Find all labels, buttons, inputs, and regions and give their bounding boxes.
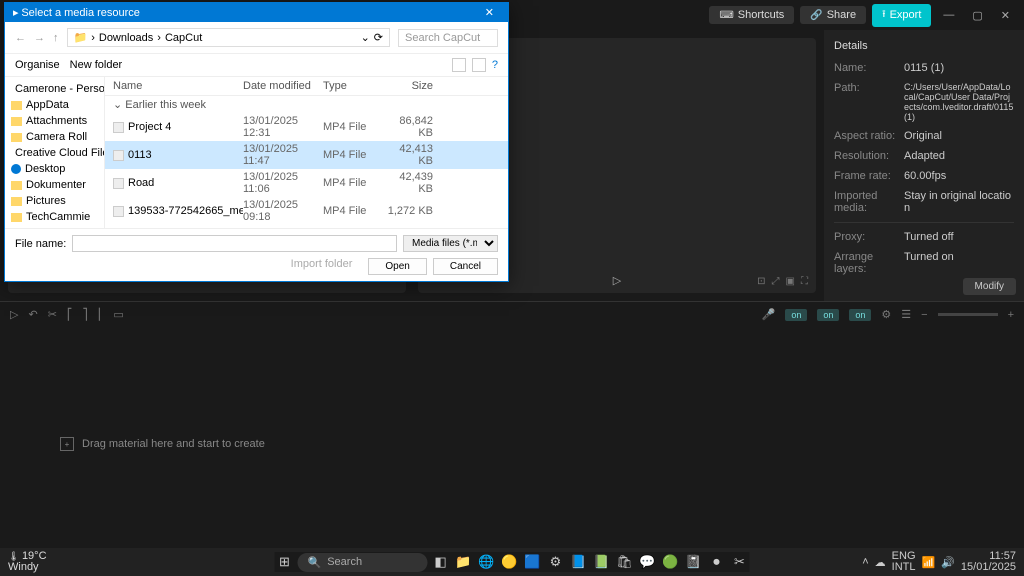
filename-label: File name: bbox=[15, 238, 66, 250]
dialog-icon: ▸ bbox=[13, 6, 19, 19]
organise-menu[interactable]: Organise bbox=[15, 59, 60, 71]
dialog-titlebar: ▸ Select a media resource ✕ bbox=[5, 3, 508, 22]
file-row[interactable]: 139533-772542665_medium13/01/2025 09:18M… bbox=[105, 197, 508, 225]
folder-tree[interactable]: Camerone - PersonalAppDataAttachmentsCam… bbox=[5, 77, 105, 228]
tree-item[interactable]: AppData bbox=[7, 97, 102, 113]
app-excel-icon[interactable]: 📗 bbox=[592, 552, 612, 572]
tray-wifi-icon[interactable]: 📶 bbox=[922, 556, 936, 569]
app-vscode-icon[interactable]: 🟦 bbox=[523, 552, 543, 572]
zoom-in-icon[interactable]: + bbox=[1008, 309, 1014, 321]
tree-item[interactable]: Pictures bbox=[7, 193, 102, 209]
shortcuts-button[interactable]: ⌨ Shortcuts bbox=[709, 6, 794, 24]
pointer-tool-icon[interactable]: ▷ bbox=[10, 308, 18, 321]
fullscreen-icon[interactable]: ⛶ bbox=[801, 276, 808, 287]
filename-input[interactable] bbox=[72, 235, 397, 252]
start-icon[interactable]: ⊞ bbox=[275, 552, 295, 572]
taskbar-search[interactable]: 🔍 Search bbox=[298, 553, 428, 572]
new-folder-button[interactable]: New folder bbox=[70, 59, 123, 71]
share-button[interactable]: 🔗 Share bbox=[800, 6, 866, 24]
tag-on-3[interactable]: on bbox=[849, 309, 871, 321]
split-icon[interactable]: ⎢ bbox=[98, 308, 104, 321]
tree-item[interactable]: Creative Cloud Files bbox=[7, 145, 102, 161]
tag-on[interactable]: on bbox=[785, 309, 807, 321]
minimize-icon[interactable]: — bbox=[937, 9, 960, 21]
tag-on-2[interactable]: on bbox=[817, 309, 839, 321]
app-onenote-icon[interactable]: 📓 bbox=[684, 552, 704, 572]
file-row[interactable]: 011313/01/2025 11:47MP4 File42,413 KB bbox=[105, 141, 508, 169]
details-title: Details bbox=[834, 40, 1014, 52]
split-left-icon[interactable]: ⎡ bbox=[67, 308, 73, 321]
nav-up-icon[interactable]: ↑ bbox=[53, 32, 59, 44]
windows-taskbar[interactable]: 🌡 19°CWindy ⊞ 🔍 Search ◧ 📁 🌐 🟡 🟦 ⚙ 📘 📗 🛍… bbox=[0, 548, 1024, 576]
help-icon[interactable]: ? bbox=[492, 59, 498, 71]
app-spotify-icon[interactable]: 🟢 bbox=[661, 552, 681, 572]
plus-icon: + bbox=[60, 437, 74, 451]
timeline-drop-hint: + Drag material here and start to create bbox=[60, 437, 265, 451]
delete-icon[interactable]: ▭ bbox=[113, 308, 123, 321]
filetype-select[interactable]: Media files (*.mpg;*.flv;*.mov;*... bbox=[403, 235, 498, 252]
weather-widget[interactable]: 🌡 19°CWindy bbox=[8, 551, 47, 573]
task-view-icon[interactable]: ◧ bbox=[431, 552, 451, 572]
timeline-toolbar: ▷ ↶ ✂ ⎡ ⎤ ⎢ ▭ 🎤 on on on ⚙ ☰ − + bbox=[0, 301, 1024, 327]
track-icon[interactable]: ☰ bbox=[901, 308, 911, 321]
tree-item[interactable]: TechCammie bbox=[7, 209, 102, 225]
cancel-button[interactable]: Cancel bbox=[433, 258, 498, 275]
app-capcut-icon[interactable]: ✂ bbox=[730, 552, 750, 572]
dialog-close-icon[interactable]: ✕ bbox=[479, 6, 500, 19]
app-steam-icon[interactable]: ⚙ bbox=[546, 552, 566, 572]
zoom-slider[interactable] bbox=[938, 313, 998, 316]
tray-volume-icon[interactable]: 🔊 bbox=[941, 556, 955, 569]
app-store-icon[interactable]: 🛍 bbox=[615, 552, 635, 572]
play-icon[interactable]: ▷ bbox=[613, 274, 621, 287]
tray-onedrive-icon[interactable]: ☁ bbox=[875, 556, 886, 569]
tree-item[interactable]: Dokumenter bbox=[7, 177, 102, 193]
file-list: Name Date modified Type Size ⌄ Earlier t… bbox=[105, 77, 508, 228]
mixer-icon[interactable]: ⚙ bbox=[881, 308, 891, 321]
zoom-out-icon[interactable]: − bbox=[921, 309, 927, 321]
tree-item[interactable]: Camera Roll bbox=[7, 129, 102, 145]
dialog-title: Select a media resource bbox=[21, 7, 140, 19]
file-open-dialog: ▸ Select a media resource ✕ ← → ↑ 📁› Dow… bbox=[4, 2, 509, 282]
modify-button[interactable]: Modify bbox=[963, 278, 1016, 295]
app-word-icon[interactable]: 📘 bbox=[569, 552, 589, 572]
nav-back-icon[interactable]: ← bbox=[15, 32, 26, 44]
file-row[interactable]: Road13/01/2025 11:06MP4 File42,439 KB bbox=[105, 169, 508, 197]
tree-item[interactable]: Camerone - Personal bbox=[7, 81, 102, 97]
tray-chevron-icon[interactable]: ˄ bbox=[862, 556, 868, 568]
view-details-icon[interactable] bbox=[472, 58, 486, 72]
file-row[interactable]: Project 413/01/2025 12:31MP4 File86,842 … bbox=[105, 113, 508, 141]
nav-forward-icon[interactable]: → bbox=[34, 32, 45, 44]
export-button[interactable]: ⭱ Export bbox=[872, 4, 931, 27]
file-list-header[interactable]: Name Date modified Type Size bbox=[105, 77, 508, 96]
cut-icon[interactable]: ✂ bbox=[48, 308, 57, 321]
app-obs-icon[interactable]: ⏺ bbox=[707, 552, 727, 572]
crop-icon[interactable]: ▣ bbox=[786, 276, 795, 287]
tree-item[interactable]: Desktop bbox=[7, 161, 102, 177]
mic-icon[interactable]: 🎤 bbox=[762, 308, 776, 321]
undo-icon[interactable]: ↶ bbox=[28, 308, 37, 321]
app-chrome-icon[interactable]: 🟡 bbox=[500, 552, 520, 572]
open-button[interactable]: Open bbox=[368, 258, 426, 275]
close-icon[interactable]: ✕ bbox=[995, 9, 1016, 22]
view-list-icon[interactable] bbox=[452, 58, 466, 72]
split-right-icon[interactable]: ⎤ bbox=[82, 308, 88, 321]
file-group[interactable]: ⌄ Earlier this week bbox=[105, 96, 508, 113]
refresh-icon[interactable]: ⟳ bbox=[374, 31, 383, 44]
timeline[interactable]: + Drag material here and start to create bbox=[0, 327, 1024, 576]
app-explorer-icon[interactable]: 📁 bbox=[454, 552, 474, 572]
import-folder-button[interactable]: Import folder bbox=[291, 258, 353, 275]
scale-icon[interactable]: ⤢ bbox=[772, 276, 780, 287]
maximize-icon[interactable]: ▢ bbox=[966, 9, 988, 22]
app-edge-icon[interactable]: 🌐 bbox=[477, 552, 497, 572]
details-panel: Details Name:0115 (1) Path:C:/Users/User… bbox=[824, 30, 1024, 301]
ratio-icon[interactable]: ⊡ bbox=[757, 276, 765, 287]
search-input[interactable]: Search CapCut bbox=[398, 29, 498, 47]
system-tray[interactable]: ˄ ☁ ENGINTL 📶 🔊 11:5715/01/2025 bbox=[862, 551, 1016, 573]
tree-item[interactable]: Attachments bbox=[7, 113, 102, 129]
breadcrumb[interactable]: 📁› Downloads› CapCut ⌄ ⟳ bbox=[67, 28, 391, 47]
app-discord-icon[interactable]: 💬 bbox=[638, 552, 658, 572]
